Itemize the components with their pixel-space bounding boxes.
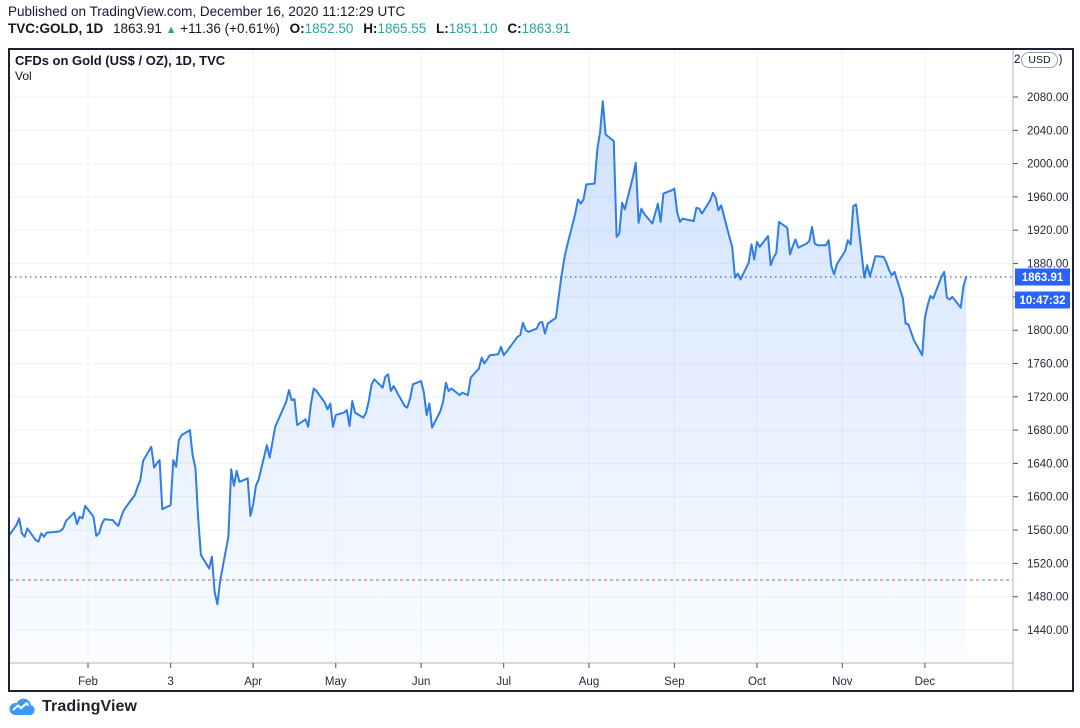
price-change: +11.36 (+0.61%) xyxy=(180,21,280,36)
open-label: O: xyxy=(289,21,305,36)
time-tick-label: Oct xyxy=(748,676,767,688)
price-tick-label: 2000.00 xyxy=(1027,159,1069,171)
close-label: C: xyxy=(507,21,522,36)
price-tick-label: 1800.00 xyxy=(1027,325,1069,337)
price-tick-label: 2080.00 xyxy=(1027,92,1069,104)
time-tick-label: Jun xyxy=(412,676,431,688)
time-tick-label: Dec xyxy=(915,676,936,688)
price-tick-label: 1960.00 xyxy=(1027,192,1069,204)
symbol-interval: TVC:GOLD, 1D xyxy=(8,21,104,36)
open-value: 1852.50 xyxy=(304,21,354,36)
price-tick-label: 1600.00 xyxy=(1027,492,1069,504)
svg-text:10:47:32: 10:47:32 xyxy=(1019,295,1065,307)
price-chart[interactable]: 2080.00 2040.00 2000.00 1960.00 1920.00 1880.… xyxy=(8,48,1074,692)
chart-header: Published on TradingView.com, December 1… xyxy=(8,3,570,39)
time-tick-label: Aug xyxy=(579,676,599,688)
time-tick-label: May xyxy=(325,676,347,688)
high-label: H: xyxy=(363,21,378,36)
overlay-suffix: ) xyxy=(1058,54,1063,66)
time-tick-label: Jul xyxy=(496,676,511,688)
price-tick-label: 1920.00 xyxy=(1027,225,1069,237)
currency-toggle-button[interactable]: USD xyxy=(1021,52,1058,68)
time-tick-label: Sep xyxy=(664,676,684,688)
time-tick-label: Apr xyxy=(244,676,262,688)
time-tick-label: Nov xyxy=(832,676,853,688)
time-tick-label: 3 xyxy=(167,676,173,688)
tradingview-logo[interactable]: TradingView xyxy=(9,698,137,716)
current-price-badge: 1863.91 xyxy=(1015,268,1070,286)
symbol-status-line: TVC:GOLD, 1D 1863.91 ▲ +11.36 (+0.61%) O… xyxy=(8,20,570,39)
close-value: 1863.91 xyxy=(521,21,571,36)
price-tick-label: 1680.00 xyxy=(1027,425,1069,437)
price-tick-label: 2040.00 xyxy=(1027,125,1069,137)
tradingview-logo-text: TradingView xyxy=(42,698,138,715)
clipped-axis-tick: 2 xyxy=(1014,54,1021,66)
countdown-badge: 10:47:32 xyxy=(1015,291,1070,309)
price-tick-label: 1760.00 xyxy=(1027,359,1069,371)
price-tick-label: 1520.00 xyxy=(1027,558,1069,570)
up-triangle-icon: ▲ xyxy=(165,24,177,36)
gold-area-chart[interactable]: 2080.002040.002000.001960.001920.001880.… xyxy=(8,48,1074,692)
price-tick-label: 1720.00 xyxy=(1027,392,1069,404)
last-price: 1863.91 xyxy=(113,21,162,36)
low-label: L: xyxy=(436,21,449,36)
area-fill xyxy=(10,101,967,663)
price-tick-label: 1640.00 xyxy=(1027,458,1069,470)
low-value: 1851.10 xyxy=(448,21,498,36)
tradingview-cloud-icon xyxy=(9,698,35,716)
price-tick-label: 1480.00 xyxy=(1027,592,1069,604)
svg-text:1863.91: 1863.91 xyxy=(1022,272,1064,284)
price-tick-label: 1560.00 xyxy=(1027,525,1069,537)
time-tick-label: Feb xyxy=(78,676,98,688)
price-scale-currency-overlay: 2 USD ) xyxy=(1014,51,1063,69)
price-tick-label: 1440.00 xyxy=(1027,625,1069,637)
high-value: 1865.55 xyxy=(377,21,427,36)
price-series xyxy=(10,100,1013,663)
published-line: Published on TradingView.com, December 1… xyxy=(8,4,406,19)
